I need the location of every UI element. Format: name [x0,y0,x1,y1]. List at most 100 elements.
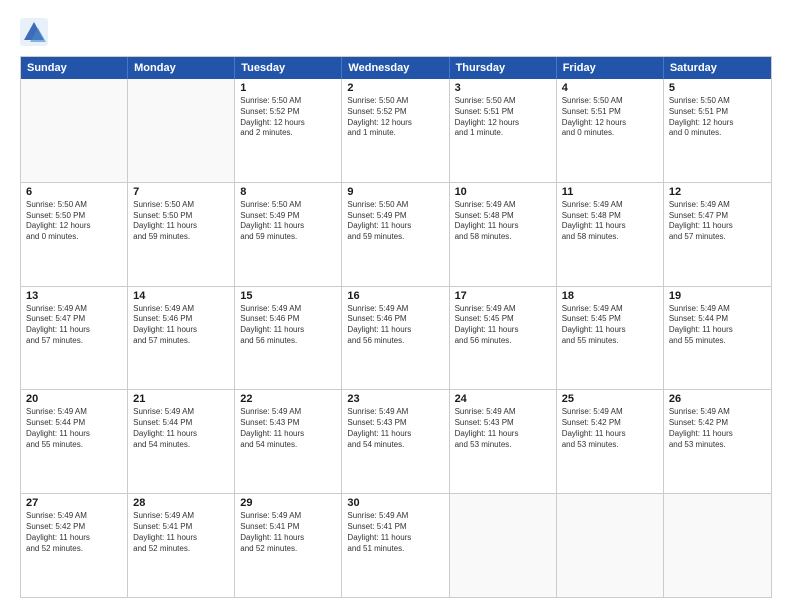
cell-line: Sunset: 5:48 PM [455,211,551,222]
day-cell-19: 19Sunrise: 5:49 AMSunset: 5:44 PMDayligh… [664,287,771,390]
cell-line: Sunset: 5:44 PM [133,418,229,429]
cell-line: Sunset: 5:51 PM [562,107,658,118]
cell-line: and 2 minutes. [240,128,336,139]
cell-line: and 53 minutes. [669,440,766,451]
cell-line: Sunset: 5:41 PM [240,522,336,533]
cell-line: Sunset: 5:47 PM [669,211,766,222]
day-cell-21: 21Sunrise: 5:49 AMSunset: 5:44 PMDayligh… [128,390,235,493]
calendar-row-2: 13Sunrise: 5:49 AMSunset: 5:47 PMDayligh… [21,287,771,391]
day-number: 27 [26,497,122,509]
cell-line: and 55 minutes. [562,336,658,347]
cell-line: Daylight: 12 hours [240,118,336,129]
day-number: 16 [347,290,443,302]
cell-line: and 53 minutes. [562,440,658,451]
cell-line: Daylight: 11 hours [240,221,336,232]
empty-cell-0-1 [128,79,235,182]
cell-line: and 55 minutes. [669,336,766,347]
cell-line: Daylight: 12 hours [669,118,766,129]
cell-line: Sunrise: 5:50 AM [562,96,658,107]
cell-line: and 0 minutes. [562,128,658,139]
cell-line: Sunrise: 5:49 AM [347,304,443,315]
empty-cell-4-5 [557,494,664,597]
cell-line: Daylight: 11 hours [133,221,229,232]
calendar-header: SundayMondayTuesdayWednesdayThursdayFrid… [21,57,771,79]
day-cell-26: 26Sunrise: 5:49 AMSunset: 5:42 PMDayligh… [664,390,771,493]
day-number: 22 [240,393,336,405]
cell-line: Daylight: 11 hours [240,429,336,440]
cell-line: Daylight: 11 hours [26,533,122,544]
cell-line: Daylight: 11 hours [347,325,443,336]
cell-line: Sunrise: 5:50 AM [240,96,336,107]
cell-line: and 56 minutes. [240,336,336,347]
cell-line: Sunset: 5:45 PM [562,314,658,325]
empty-cell-0-0 [21,79,128,182]
calendar-row-3: 20Sunrise: 5:49 AMSunset: 5:44 PMDayligh… [21,390,771,494]
cell-line: Daylight: 11 hours [455,325,551,336]
cell-line: Daylight: 11 hours [455,221,551,232]
cell-line: and 56 minutes. [455,336,551,347]
day-number: 21 [133,393,229,405]
header-day-sunday: Sunday [21,57,128,79]
cell-line: Daylight: 11 hours [562,325,658,336]
day-cell-14: 14Sunrise: 5:49 AMSunset: 5:46 PMDayligh… [128,287,235,390]
cell-line: Sunset: 5:43 PM [455,418,551,429]
cell-line: Daylight: 11 hours [347,429,443,440]
day-number: 15 [240,290,336,302]
calendar-row-4: 27Sunrise: 5:49 AMSunset: 5:42 PMDayligh… [21,494,771,597]
day-number: 28 [133,497,229,509]
cell-line: Sunset: 5:49 PM [347,211,443,222]
day-number: 12 [669,186,766,198]
cell-line: Sunset: 5:48 PM [562,211,658,222]
cell-line: Sunset: 5:52 PM [347,107,443,118]
cell-line: Sunrise: 5:49 AM [26,407,122,418]
cell-line: Sunset: 5:52 PM [240,107,336,118]
day-number: 10 [455,186,551,198]
day-number: 29 [240,497,336,509]
cell-line: and 52 minutes. [133,544,229,555]
cell-line: Sunset: 5:43 PM [240,418,336,429]
calendar-body: 1Sunrise: 5:50 AMSunset: 5:52 PMDaylight… [21,79,771,597]
cell-line: Sunrise: 5:50 AM [669,96,766,107]
day-cell-15: 15Sunrise: 5:49 AMSunset: 5:46 PMDayligh… [235,287,342,390]
calendar: SundayMondayTuesdayWednesdayThursdayFrid… [20,56,772,598]
cell-line: and 58 minutes. [455,232,551,243]
cell-line: Sunrise: 5:49 AM [562,407,658,418]
cell-line: and 54 minutes. [240,440,336,451]
cell-line: Sunset: 5:41 PM [133,522,229,533]
day-cell-3: 3Sunrise: 5:50 AMSunset: 5:51 PMDaylight… [450,79,557,182]
cell-line: Daylight: 11 hours [240,325,336,336]
day-cell-11: 11Sunrise: 5:49 AMSunset: 5:48 PMDayligh… [557,183,664,286]
day-cell-9: 9Sunrise: 5:50 AMSunset: 5:49 PMDaylight… [342,183,449,286]
cell-line: Sunrise: 5:49 AM [347,511,443,522]
cell-line: Daylight: 11 hours [240,533,336,544]
day-number: 17 [455,290,551,302]
cell-line: Daylight: 11 hours [669,429,766,440]
day-number: 6 [26,186,122,198]
cell-line: Daylight: 11 hours [562,221,658,232]
cell-line: and 54 minutes. [347,440,443,451]
cell-line: and 51 minutes. [347,544,443,555]
day-number: 5 [669,82,766,94]
day-number: 14 [133,290,229,302]
cell-line: Sunset: 5:46 PM [133,314,229,325]
cell-line: Sunrise: 5:49 AM [26,304,122,315]
cell-line: and 1 minute. [347,128,443,139]
day-number: 11 [562,186,658,198]
cell-line: Daylight: 12 hours [562,118,658,129]
day-number: 30 [347,497,443,509]
day-number: 24 [455,393,551,405]
day-cell-6: 6Sunrise: 5:50 AMSunset: 5:50 PMDaylight… [21,183,128,286]
cell-line: Sunset: 5:42 PM [562,418,658,429]
cell-line: Daylight: 11 hours [347,533,443,544]
day-cell-7: 7Sunrise: 5:50 AMSunset: 5:50 PMDaylight… [128,183,235,286]
cell-line: Sunrise: 5:49 AM [669,200,766,211]
day-number: 26 [669,393,766,405]
cell-line: Sunset: 5:46 PM [240,314,336,325]
cell-line: Sunset: 5:45 PM [455,314,551,325]
day-cell-5: 5Sunrise: 5:50 AMSunset: 5:51 PMDaylight… [664,79,771,182]
cell-line: and 59 minutes. [347,232,443,243]
cell-line: Sunset: 5:46 PM [347,314,443,325]
cell-line: Sunrise: 5:50 AM [455,96,551,107]
cell-line: Daylight: 12 hours [455,118,551,129]
cell-line: and 56 minutes. [347,336,443,347]
